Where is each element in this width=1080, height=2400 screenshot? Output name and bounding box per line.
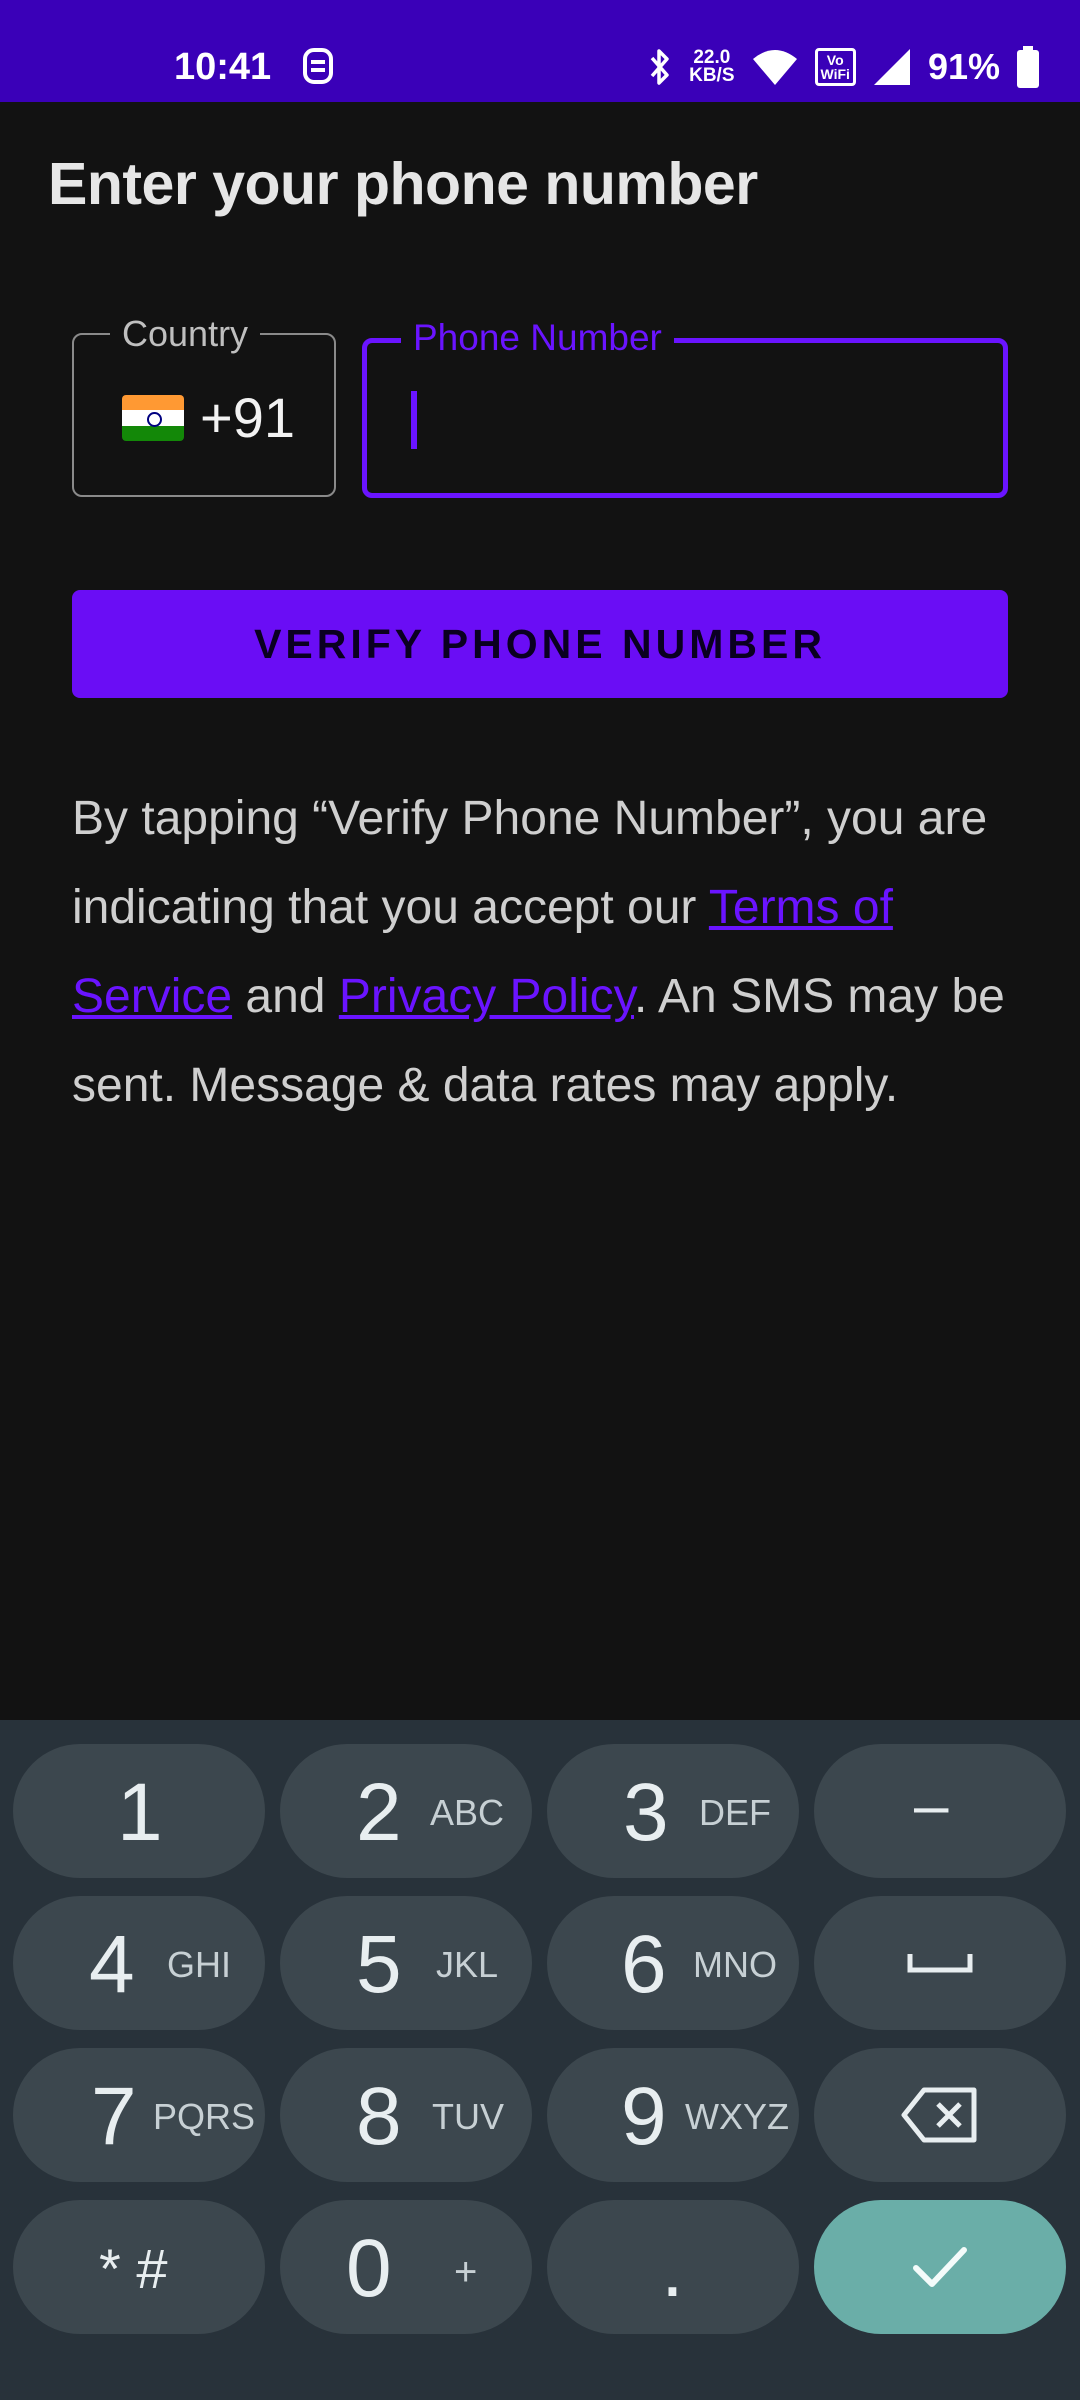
bluetooth-icon (650, 49, 669, 85)
done-key[interactable] (814, 2200, 1066, 2334)
net-speed: 22.0 KB/S (689, 47, 735, 86)
backspace-icon (901, 2087, 977, 2143)
status-time: 10:41 (174, 46, 272, 88)
key-6[interactable]: 6 MNO (547, 1896, 799, 2030)
battery-percent: 91% (927, 46, 1000, 87)
nfc-icon (303, 48, 333, 84)
numeric-keyboard: 1 2 ABC 3 DEF – 4 GHI 5 JKL 6 MNO 7 PQRS… (0, 1720, 1080, 2400)
country-picker[interactable]: Country +91 (72, 313, 336, 497)
privacy-policy-link[interactable]: Privacy Policy (339, 970, 634, 1023)
cell-signal-icon (873, 49, 910, 85)
key-7[interactable]: 7 PQRS (13, 2048, 265, 2182)
india-flag-icon (122, 395, 184, 441)
checkmark-icon (913, 2247, 967, 2287)
key-8[interactable]: 8 TUV (280, 2048, 532, 2182)
text-cursor (411, 391, 417, 449)
wifi-icon (752, 50, 797, 85)
minus-key[interactable]: – (814, 1744, 1066, 1878)
country-code: +91 (200, 386, 295, 449)
key-9[interactable]: 9 WXYZ (547, 2048, 799, 2182)
verify-phone-number-button[interactable]: VERIFY PHONE NUMBER (72, 590, 1008, 698)
space-key[interactable] (814, 1896, 1066, 2030)
legal-disclaimer: By tapping “Verify Phone Number”, you ar… (72, 792, 1005, 1112)
battery-icon (1017, 46, 1039, 88)
key-5[interactable]: 5 JKL (280, 1896, 532, 2030)
key-4[interactable]: 4 GHI (13, 1896, 265, 2030)
status-icons: 22.0 KB/S Vo WiFi 91% (647, 42, 1040, 92)
star-hash-key[interactable]: * # (13, 2200, 265, 2334)
dot-key[interactable]: . (547, 2200, 799, 2334)
phone-number-input[interactable] (423, 383, 987, 455)
status-bar: 10:41 22.0 KB/S Vo WiFi 91% (0, 0, 1080, 102)
key-0[interactable]: 0 + (280, 2200, 532, 2334)
phone-number-field[interactable]: Phone Number (362, 317, 1008, 498)
key-3[interactable]: 3 DEF (547, 1744, 799, 1878)
backspace-key[interactable] (814, 2048, 1066, 2182)
key-1[interactable]: 1 (13, 1744, 265, 1878)
page-title: Enter your phone number (48, 151, 758, 217)
country-label: Country (110, 313, 261, 355)
vowifi-icon: Vo WiFi (814, 48, 856, 86)
space-icon (907, 1954, 973, 1973)
key-2[interactable]: 2 ABC (280, 1744, 532, 1878)
phone-number-label: Phone Number (401, 317, 674, 359)
